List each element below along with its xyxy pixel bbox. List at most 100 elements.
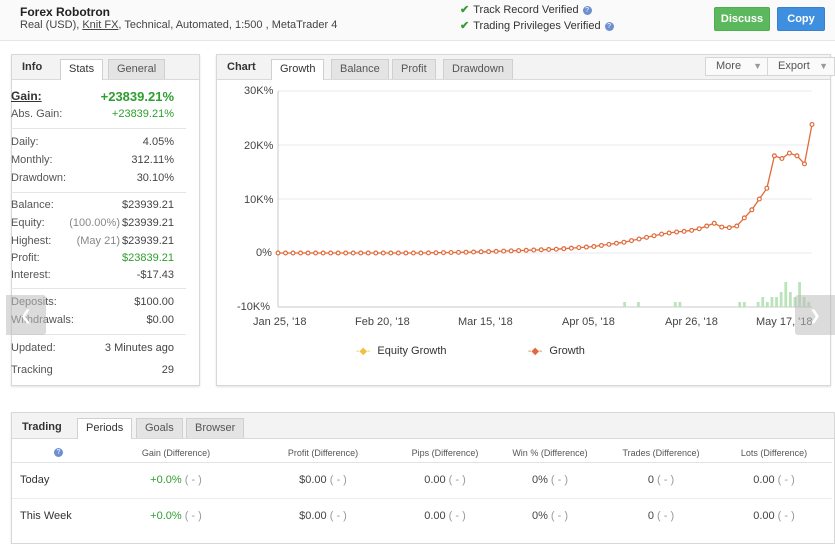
growth-line: [278, 124, 813, 254]
growth-point: [644, 234, 650, 240]
growth-point: [681, 228, 687, 234]
volume-bar: [673, 302, 677, 307]
volume-bar: [756, 302, 760, 307]
growth-point: [726, 225, 732, 231]
carousel-next-button[interactable]: ❯: [795, 295, 835, 335]
tab-goals[interactable]: Goals: [136, 418, 183, 438]
table-cell: 0% ( - ): [500, 510, 600, 522]
column-header: Win % (Difference): [512, 448, 588, 458]
cell-value: 0.00: [424, 510, 446, 522]
growth-point: [471, 249, 477, 255]
growth-point: [734, 223, 740, 229]
growth-point: [621, 239, 627, 245]
help-icon[interactable]: ?: [54, 448, 63, 457]
growth-point: [704, 223, 710, 229]
growth-point: [463, 249, 469, 255]
trading-tabbar: Trading Periods Goals Browser: [12, 413, 834, 439]
growth-point: [689, 227, 695, 233]
divider: [12, 462, 832, 463]
growth-point: [771, 153, 777, 159]
growth-point: [756, 196, 762, 202]
growth-point: [305, 250, 311, 256]
growth-point: [350, 250, 356, 256]
row-label-today: Today: [20, 474, 50, 486]
growth-point: [568, 245, 574, 251]
growth-point: [433, 250, 439, 256]
growth-point: [598, 242, 604, 248]
column-header: Profit (Difference): [287, 448, 359, 458]
legend-growth[interactable]: -◆- Growth: [528, 345, 585, 357]
volume-bar: [742, 302, 746, 307]
table-cell: +0.0% ( - ): [126, 474, 226, 486]
legend-marker-icon: -◆-: [528, 346, 543, 357]
tab-browser[interactable]: Browser: [186, 418, 245, 438]
table-cell: 0.00 ( - ): [395, 510, 495, 522]
growth-point: [410, 250, 416, 256]
growth-point: [380, 250, 386, 256]
growth-point: [290, 250, 296, 256]
growth-point: [440, 250, 446, 256]
growth-point: [418, 250, 424, 256]
growth-point: [448, 249, 454, 255]
growth-point: [456, 249, 462, 255]
tab-periods[interactable]: Periods: [77, 418, 133, 439]
growth-point: [493, 248, 499, 254]
growth-point: [794, 153, 800, 159]
volume-bar: [678, 302, 682, 307]
cell-value: 0.00: [753, 510, 775, 522]
legend-marker-icon: -◆-: [356, 346, 371, 357]
volume-bar: [784, 282, 788, 307]
growth-point: [659, 231, 665, 237]
growth-point: [779, 156, 785, 162]
cell-value: 0%: [531, 510, 548, 522]
volume-bar: [770, 297, 774, 307]
cell-difference: ( - ): [326, 474, 347, 486]
table-cell: 0.00 ( - ): [724, 510, 824, 522]
divider: [12, 498, 832, 499]
growth-point: [636, 236, 642, 242]
growth-point: [508, 248, 514, 254]
growth-point: [523, 247, 529, 253]
growth-point: [561, 246, 567, 252]
growth-point: [298, 250, 304, 256]
table-cell: 0.00 ( - ): [724, 474, 824, 486]
cell-difference: ( - ): [547, 474, 569, 486]
cell-difference: ( - ): [653, 474, 675, 486]
growth-point: [343, 250, 349, 256]
growth-point: [373, 250, 379, 256]
growth-point: [320, 250, 326, 256]
cell-value: $0.00: [299, 474, 327, 486]
volume-bar: [765, 302, 769, 307]
growth-point: [553, 246, 559, 252]
tab-trading[interactable]: Trading: [22, 421, 62, 433]
legend-equity-growth[interactable]: -◆- Equity Growth: [356, 345, 447, 357]
volume-bar: [623, 302, 627, 307]
carousel-prev-button[interactable]: ❮: [6, 295, 46, 335]
growth-point: [365, 250, 371, 256]
cell-value: +0.0%: [150, 510, 182, 522]
table-cell: +0.0% ( - ): [126, 510, 226, 522]
table-cell: 0% ( - ): [500, 474, 600, 486]
growth-point: [546, 246, 552, 252]
growth-point: [809, 121, 815, 127]
cell-difference: ( - ): [653, 510, 675, 522]
growth-point: [606, 241, 612, 247]
growth-point: [591, 244, 597, 250]
growth-point: [358, 250, 364, 256]
growth-point: [764, 185, 770, 191]
cell-difference: ( - ): [547, 510, 569, 522]
growth-point: [583, 244, 589, 250]
growth-point: [486, 249, 492, 255]
cell-value: 0%: [531, 474, 548, 486]
volume-bar: [779, 292, 783, 307]
growth-point: [576, 245, 582, 251]
volume-bar: [775, 297, 778, 307]
cell-value: +0.0%: [150, 474, 182, 486]
growth-point: [531, 247, 537, 253]
table-cell: $0.00 ( - ): [273, 474, 373, 486]
cell-value: 0.00: [753, 474, 775, 486]
table-cell: 0.00 ( - ): [395, 474, 495, 486]
growth-point: [501, 248, 507, 254]
growth-point: [425, 250, 431, 256]
growth-point: [328, 250, 334, 256]
